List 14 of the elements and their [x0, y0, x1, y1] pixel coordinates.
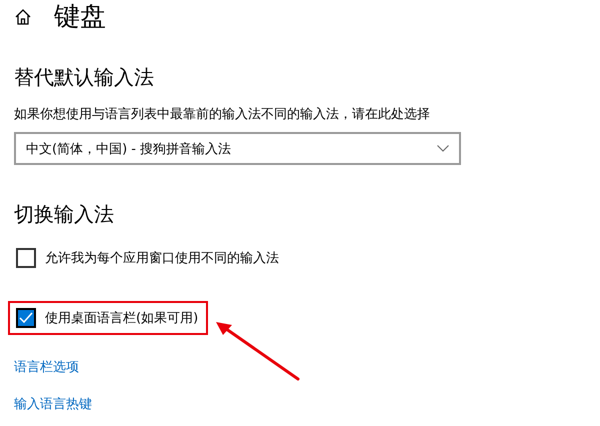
settings-link[interactable]: 输入语言热键: [14, 396, 92, 414]
settings-link[interactable]: 语言栏选项: [14, 359, 79, 377]
checkmark-icon: [19, 312, 33, 324]
page-title: 键盘: [54, 1, 106, 34]
section-heading: 切换输入法: [14, 201, 115, 227]
section-heading: 替代默认输入法: [14, 64, 155, 90]
checkbox-label: 允许我为每个应用窗口使用不同的输入法: [45, 250, 279, 267]
checkbox-label: 使用桌面语言栏(如果可用): [45, 310, 198, 327]
description-text: 如果你想使用与语言列表中最靠前的输入法不同的输入法，请在此处选择: [14, 106, 431, 124]
checkbox[interactable]: [16, 308, 36, 328]
input-method-dropdown[interactable]: 中文(简体，中国) - 搜狗拼音输入法: [14, 132, 461, 165]
home-icon[interactable]: [14, 8, 32, 26]
chevron-down-icon: [437, 145, 449, 152]
checkbox[interactable]: [16, 248, 36, 268]
